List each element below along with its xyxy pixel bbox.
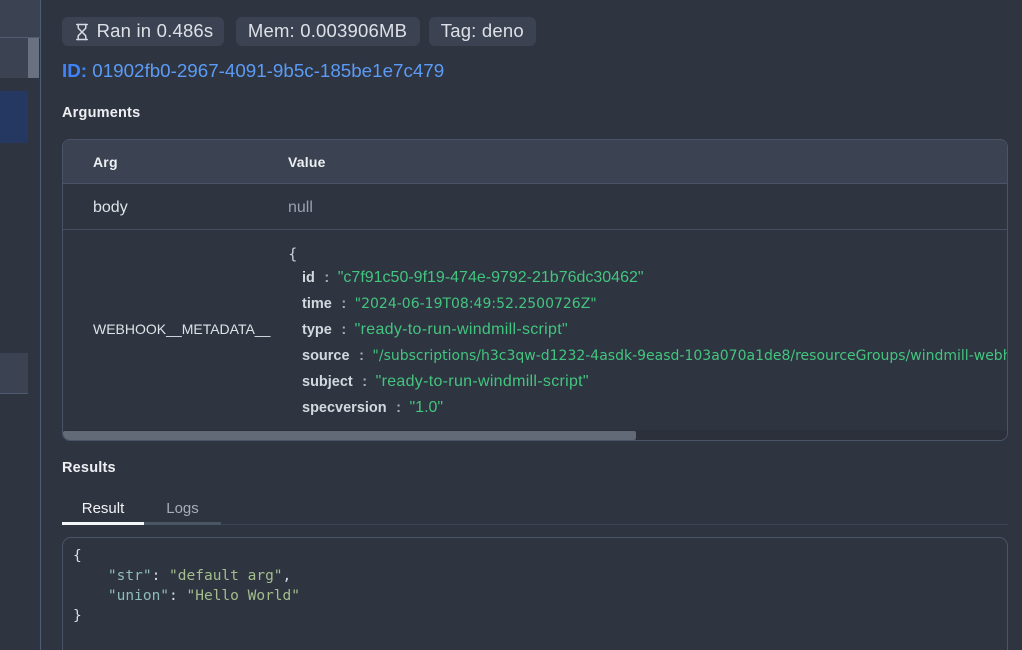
- colon: :: [341, 322, 346, 338]
- vertical-scrollbar-thumb[interactable]: [28, 38, 39, 78]
- object-value[interactable]: "ready-to-run-windmill-script": [376, 373, 589, 390]
- object-key[interactable]: subject: [302, 374, 353, 390]
- arg-value-cell: null: [288, 199, 1007, 217]
- colon: :: [396, 400, 401, 416]
- arg-name-cell: WEBHOOK__METADATA__: [63, 321, 288, 337]
- value-column-header: Value: [288, 154, 1007, 170]
- colon: :: [324, 270, 329, 286]
- tab-result[interactable]: Result: [62, 485, 144, 525]
- tag-badge: Tag: deno: [429, 17, 536, 46]
- object-entry-type: type: "ready-to-run-windmill-script": [288, 317, 1007, 343]
- result-json-code: { "str": "default arg", "union": "Hello …: [73, 546, 997, 626]
- tab-logs[interactable]: Logs: [144, 485, 221, 525]
- arg-column-header: Arg: [63, 154, 288, 170]
- results-tabs: Result Logs: [62, 485, 1008, 525]
- object-value[interactable]: "c7f91c50-9f19-474e-9792-21b76dc30462": [338, 269, 644, 286]
- code-token-colon: :: [152, 568, 169, 584]
- code-token-key: "str": [108, 568, 152, 584]
- runs-list-row[interactable]: [0, 353, 28, 394]
- table-row-body: body null: [63, 184, 1007, 230]
- colon: :: [359, 348, 364, 364]
- arguments-heading: Arguments: [62, 102, 1008, 124]
- memory-badge-label: Mem: 0.003906MB: [248, 20, 407, 42]
- run-id-value[interactable]: 01902fb0-2967-4091-9b5c-185be1e7c479: [92, 60, 444, 81]
- code-token-indent: [73, 588, 108, 604]
- object-viewer: { id: "c7f91c50-9f19-474e-9792-21b76dc304…: [288, 230, 1007, 428]
- object-entry-time: time: "2024-06-19T08:49:52.2500726Z": [288, 291, 1007, 317]
- runs-list-panel: [0, 0, 41, 650]
- object-entry-id: id: "c7f91c50-9f19-474e-9792-21b76dc30462…: [288, 265, 1007, 291]
- result-json-panel: { "str": "default arg", "union": "Hello …: [62, 537, 1008, 650]
- memory-badge: Mem: 0.003906MB: [236, 17, 420, 46]
- code-token-comma: ,: [283, 568, 292, 584]
- code-token-string: "Hello World": [187, 588, 301, 604]
- object-entry-source: source: "/subscriptions/h3c3qw-d1232-4asd…: [288, 343, 1007, 369]
- tag-badge-label: Tag: deno: [441, 20, 524, 42]
- duration-badge: Ran in 0.486s: [62, 17, 224, 46]
- colon: :: [341, 296, 346, 312]
- code-token-punct: }: [73, 608, 82, 624]
- run-detail-panel: Ran in 0.486s Mem: 0.003906MB Tag: deno …: [41, 0, 1022, 650]
- run-id-line: ID: 01902fb0-2967-4091-9b5c-185be1e7c479: [62, 59, 1008, 83]
- selected-run-row[interactable]: [0, 91, 28, 144]
- arguments-table: Arg Value body null WEBHOOK__METADATA__ …: [62, 139, 1008, 441]
- arguments-table-header: Arg Value: [63, 140, 1007, 184]
- object-entry-subject: subject: "ready-to-run-windmill-script": [288, 369, 1007, 395]
- colon: :: [362, 374, 367, 390]
- object-key[interactable]: type: [302, 322, 332, 338]
- arg-name-cell: body: [63, 199, 288, 217]
- table-row-webhook-metadata: WEBHOOK__METADATA__ { id: "c7f91c50-9f19-…: [63, 230, 1007, 428]
- horizontal-scrollbar-thumb[interactable]: [63, 431, 636, 441]
- code-token-indent: [73, 568, 108, 584]
- code-token-colon: :: [169, 588, 186, 604]
- runs-list-row[interactable]: [0, 38, 28, 78]
- object-key[interactable]: id: [302, 270, 315, 286]
- object-key[interactable]: time: [302, 296, 332, 312]
- run-id-label: ID:: [62, 60, 87, 81]
- duration-badge-label: Ran in 0.486s: [97, 20, 214, 42]
- object-value[interactable]: "1.0": [409, 399, 443, 416]
- code-token-punct: {: [73, 548, 82, 564]
- object-entry-specversion: specversion: "1.0": [288, 395, 1007, 421]
- object-value[interactable]: "2024-06-19T08:49:52.2500726Z": [355, 296, 597, 312]
- results-heading: Results: [62, 457, 1008, 479]
- object-value[interactable]: "ready-to-run-windmill-script": [355, 321, 568, 338]
- object-key[interactable]: specversion: [302, 400, 387, 416]
- hourglass-icon: [73, 23, 91, 41]
- object-key[interactable]: source: [302, 348, 350, 364]
- runs-list-header: [0, 0, 40, 38]
- code-token-key: "union": [108, 588, 169, 604]
- code-token-string: "default arg": [169, 568, 283, 584]
- run-stat-badges: Ran in 0.486s Mem: 0.003906MB Tag: deno: [62, 17, 1008, 46]
- horizontal-scrollbar: [63, 430, 1007, 440]
- object-value[interactable]: "/subscriptions/h3c3qw-d1232-4asdk-9easd…: [372, 348, 1008, 364]
- open-brace: {: [288, 243, 1007, 265]
